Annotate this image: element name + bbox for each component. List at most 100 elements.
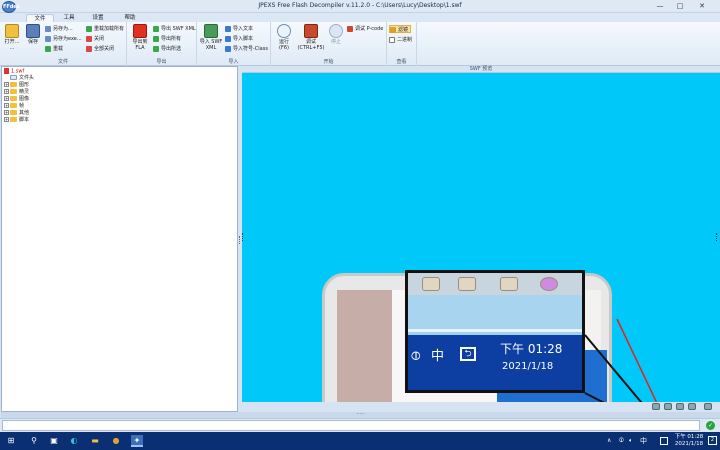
tab-help[interactable]: 帮助 [118,14,142,22]
tree-item-label: 帧 [19,103,25,109]
ime-indicator[interactable]: 中 [640,435,647,447]
ribbon: 打开... ... 保存 另存为... 另存为exe... 重载 重载加载所有 … [0,22,720,66]
tree-item[interactable]: + 脚本 [4,117,29,123]
swf-file-icon [4,68,9,74]
color-icon[interactable] [688,403,696,410]
run-button[interactable]: 运行 (F6) [273,24,295,51]
import-text-label: 导入文本 [233,26,254,32]
import-swf-xml-button[interactable]: 导入 SWF XML [199,24,223,51]
window-title: JPEXS Free Flash Decompiler v.11.2.0 - C… [258,2,462,9]
open-folder-icon [5,24,19,38]
close-file-button[interactable]: 关闭 [86,35,104,43]
stop-button[interactable]: 停止 [327,24,345,45]
file-explorer-icon[interactable]: ▬ [89,435,101,447]
zoom-toolbar-icon [422,277,440,291]
reload-all-button[interactable]: 重载加载所有 [86,25,124,33]
tab-file[interactable]: 文件 [26,14,54,22]
chrome-browser-icon[interactable]: ● [110,435,122,447]
expand-icon: + [4,103,9,108]
save-label: 保存 [27,39,38,45]
export-swf-xml-button[interactable]: 导出 SWF XML [153,25,196,33]
play-icon [277,24,291,38]
import-script-icon [225,35,231,42]
ribbon-group-label: 查看 [396,59,407,65]
open-button[interactable]: 打开... ... [2,24,22,51]
tree-item[interactable]: + 图像 [4,96,29,102]
search-icon[interactable]: ⚲ [28,435,40,447]
preview-header: SWF 预览 [242,66,720,73]
tree-root[interactable]: 1.swf [4,68,25,75]
tree-item[interactable]: + 帧 [4,103,24,109]
import-script-button[interactable]: 导入脚本 [225,35,253,43]
fit-icon[interactable] [664,403,672,410]
red-pointer-line [616,318,658,402]
reload-button[interactable]: 重载 [45,45,63,53]
zoom-light-band [408,295,582,331]
tree-item-label: 文件头 [19,75,35,81]
tray-overflow-icon[interactable]: ∧ [607,435,611,447]
zoom-toolbar-icon [500,277,518,291]
notification-center-icon[interactable]: 2 [708,436,717,445]
debug-key-label: (CTRL+F5) [297,45,325,51]
folder-icon [10,117,17,122]
reload-label: 重载 [53,46,64,52]
swf-preview-area[interactable]: ⦷ 中 ⮌ 下午 01:28 2021/1/18 [242,73,720,402]
swf-tree-pane[interactable]: 1.swf 文件头 + 图形 + 精灵 + 图像 + 帧 + 其他 + 脚本 [1,66,238,412]
import-symbol-class-button[interactable]: 导入符号-Class [225,45,268,53]
tree-item[interactable]: 文件头 [10,75,34,81]
zoom-icon[interactable] [652,403,660,410]
status-message-box [2,420,700,431]
filter-toggle[interactable]: 滤镜 [389,25,412,33]
clock-time[interactable]: 下午 01:28 [672,434,706,441]
tab-tools[interactable]: 工具 [58,14,80,22]
clock-date[interactable]: 2021/1/18 [672,441,706,448]
save-as-button[interactable]: 另存为... [45,25,73,33]
save-disk-icon [26,24,40,38]
settings-icon[interactable] [704,403,712,410]
task-view-icon[interactable]: ▣ [48,435,60,447]
stop-icon [329,24,343,38]
maximize-button[interactable]: □ [672,1,688,11]
import-symbol-icon [225,45,231,52]
tree-item[interactable]: + 精灵 [4,89,29,95]
reload-all-label: 重载加载所有 [94,26,125,32]
save-button[interactable]: 保存 [24,24,42,45]
wifi-icon[interactable]: ⦷ [619,435,624,447]
tree-root-label: 1.swf [11,68,25,75]
debug-pcode-button[interactable]: 调试 P-code [347,25,383,33]
start-button[interactable]: ⊞ [5,435,17,447]
splitter-grip-icon [239,236,241,244]
expand-icon: + [4,96,9,101]
expand-icon: + [4,110,9,115]
tree-item[interactable]: + 其他 [4,110,29,116]
close-button[interactable]: ✕ [694,1,710,11]
export-fla-button[interactable]: 导出到 FLA [129,24,151,51]
tree-item[interactable]: + 图形 [4,82,29,88]
callout-line-upper [584,334,643,402]
expand-icon: + [4,89,9,94]
minimize-button[interactable]: — [652,1,668,11]
hex-view-toggle[interactable]: 二进制 [389,36,412,44]
close-all-button[interactable]: 全部关闭 [86,45,114,53]
import-text-button[interactable]: 导入文本 [225,25,253,33]
ime-mode-icon[interactable] [660,437,668,445]
export-selected-button[interactable]: 导出所选 [153,45,181,53]
reload-all-icon [86,25,92,32]
close-file-icon [86,35,92,42]
expand-icon: + [4,117,9,122]
edge-browser-icon[interactable]: ◐ [68,435,80,447]
folder-icon [10,96,17,101]
close-all-icon [86,45,92,52]
ffdec-taskbar-icon[interactable]: ✦ [131,435,143,447]
save-as-exe-button[interactable]: 另存为exe... [45,35,82,43]
export-all-button[interactable]: 导出所有 [153,35,181,43]
bug-icon [304,24,318,38]
snapshot-icon[interactable] [676,403,684,410]
debug-button[interactable]: 调试 (CTRL+F5) [297,24,325,51]
preview-view-toolbar [648,403,720,411]
header-icon [10,75,17,80]
tab-settings[interactable]: 设置 [86,14,110,22]
zoom-ime-indicator: 中 [431,349,445,364]
volume-icon[interactable]: 🔈︎ [629,435,633,447]
export-selected-icon [153,45,159,52]
